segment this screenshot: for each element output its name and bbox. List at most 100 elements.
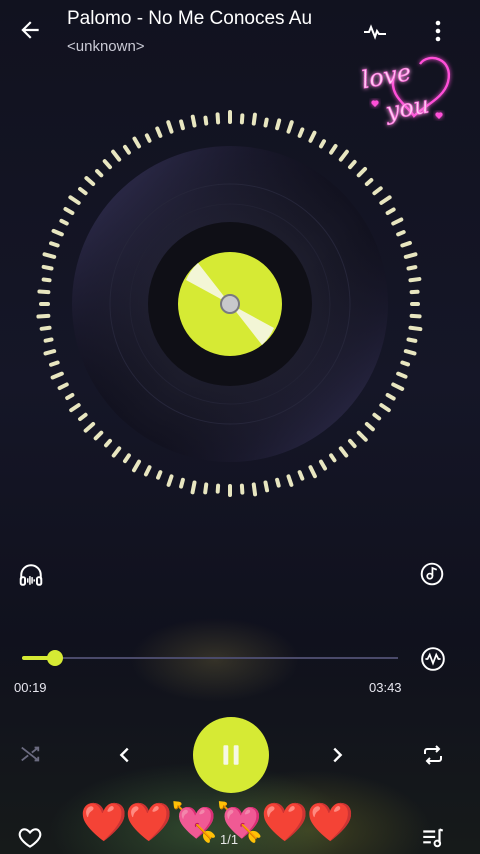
level-dot [364, 178, 374, 186]
level-dot [37, 289, 51, 295]
next-button[interactable] [320, 738, 354, 772]
level-dot [50, 371, 64, 380]
favorite-button[interactable] [14, 822, 46, 854]
repeat-button[interactable] [416, 738, 450, 772]
level-dot [104, 438, 112, 448]
chevron-left-icon [119, 747, 129, 763]
level-dot [338, 149, 349, 162]
level-dot [132, 136, 141, 149]
love-text-word: love [359, 58, 413, 94]
equalizer-button[interactable] [416, 642, 450, 676]
heartbeat-icon [364, 24, 386, 40]
level-dot [275, 477, 281, 488]
level-dot [84, 176, 96, 186]
disc-style-button[interactable] [414, 556, 450, 592]
level-dot [319, 459, 327, 471]
level-dot [403, 349, 417, 356]
level-dot [93, 430, 104, 441]
level-dot [409, 313, 422, 319]
play-pause-button[interactable] [193, 717, 269, 793]
more-options-button[interactable] [424, 14, 452, 48]
level-dot [385, 207, 396, 215]
level-dot [263, 117, 269, 128]
level-dot [111, 446, 122, 458]
level-dot [391, 217, 404, 226]
vinyl-visualizer [36, 110, 423, 497]
current-time: 00:19 [14, 680, 47, 695]
level-dot [406, 265, 418, 271]
level-dot [356, 430, 368, 442]
level-dot [166, 120, 174, 134]
seek-track [22, 657, 398, 659]
headphones-button[interactable] [14, 558, 48, 592]
waveform-circle-icon [421, 647, 445, 671]
seek-bar[interactable] [22, 648, 398, 668]
level-dot [379, 403, 391, 413]
level-dot [41, 277, 52, 283]
level-dot [408, 325, 423, 332]
level-dot [372, 186, 383, 196]
level-dot [68, 195, 81, 205]
level-dot [396, 371, 408, 379]
previous-button[interactable] [108, 738, 142, 772]
level-dot [155, 126, 163, 138]
level-dot [49, 360, 60, 367]
level-dot [78, 412, 88, 422]
level-dot [364, 422, 375, 432]
level-dot [338, 446, 349, 458]
spindle [220, 294, 240, 314]
level-dot [83, 422, 96, 433]
back-arrow-icon [21, 21, 39, 39]
level-dot [51, 228, 64, 237]
seek-thumb[interactable] [47, 650, 64, 666]
more-vert-icon [435, 20, 441, 42]
level-dot [143, 465, 152, 477]
level-dot [396, 230, 406, 237]
playlist-button[interactable] [416, 822, 450, 854]
level-dot [329, 453, 337, 463]
level-dot [132, 459, 141, 473]
level-dot [78, 186, 88, 196]
pause-icon [223, 745, 239, 765]
playlist-icon [423, 828, 444, 848]
heart-outline-icon [18, 828, 42, 848]
song-title: Palomo - No Me Conoces Au [67, 8, 313, 29]
level-dot [49, 241, 60, 248]
level-dot [379, 195, 392, 205]
disc-music-icon [420, 562, 444, 586]
level-dot [348, 159, 357, 170]
shuffle-button[interactable] [14, 738, 46, 770]
level-dot [297, 470, 305, 481]
level-dot [190, 114, 197, 128]
level-dot [156, 470, 163, 480]
level-dot [122, 144, 131, 155]
level-dot [385, 393, 396, 401]
level-dot [329, 144, 338, 155]
level-dot [190, 480, 197, 495]
level-dot [406, 337, 418, 343]
level-dot [348, 438, 357, 449]
level-dot [122, 453, 131, 464]
level-dot [263, 480, 270, 493]
level-dot [102, 159, 112, 170]
level-dot [36, 313, 51, 319]
level-dot [144, 133, 152, 143]
headphones-icon [19, 564, 43, 586]
level-dot [308, 130, 317, 143]
level-dot [215, 112, 221, 125]
level-dot [203, 115, 209, 126]
page-indicator: 1/1 [220, 832, 239, 847]
level-dot [39, 325, 52, 331]
level-dot [95, 169, 104, 178]
level-dot [251, 112, 257, 126]
level-dot [286, 120, 294, 134]
shuffle-icon [21, 746, 40, 762]
level-dot [400, 360, 411, 367]
level-dot [43, 349, 57, 356]
pulse-button[interactable] [360, 16, 390, 46]
back-button[interactable] [10, 10, 50, 50]
level-dot [308, 465, 317, 479]
level-dot [65, 393, 75, 400]
level-dot [42, 252, 57, 259]
level-dot [203, 482, 209, 495]
